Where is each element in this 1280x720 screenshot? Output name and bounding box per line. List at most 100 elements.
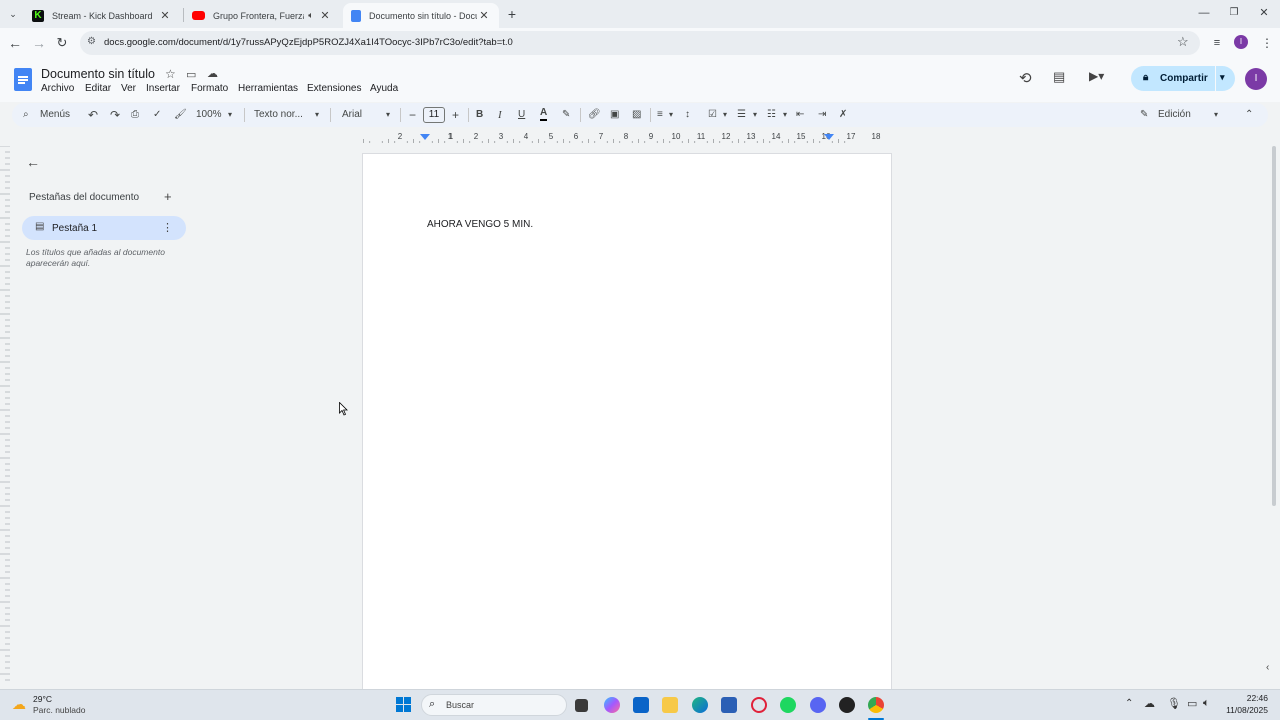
close-tab-icon[interactable]: ✕ — [318, 9, 332, 22]
search-menus-icon[interactable]: ⌕ — [23, 107, 29, 123]
close-window-icon[interactable]: ✕ — [1255, 4, 1273, 22]
menu-insertar[interactable]: Insertar — [146, 83, 180, 94]
restore-window-icon[interactable]: ❐ — [1225, 4, 1243, 22]
print-icon[interactable]: ⎙ — [131, 107, 139, 123]
font-size-input[interactable]: 11 — [423, 107, 445, 123]
sidebar-item-pestana-1[interactable]: ▤ Pestaña 1 ⋮ — [22, 216, 186, 240]
vertical-ruler[interactable] — [0, 146, 10, 686]
clock-date[interactable]: 11/08/2025 — [1218, 705, 1268, 715]
edit-mode-dropdown-icon[interactable]: ▾ — [1214, 107, 1218, 123]
weather-description[interactable]: Parc. nublado — [33, 705, 85, 715]
obs-icon[interactable] — [839, 697, 855, 713]
menu-editar[interactable]: Editar — [85, 83, 111, 94]
font-select[interactable]: Arial — [342, 107, 362, 123]
copilot-icon[interactable] — [604, 697, 620, 713]
numbered-list-dropdown-icon[interactable]: ▾ — [783, 107, 787, 123]
onedrive-cloud-icon[interactable]: ☁︎ — [1144, 697, 1155, 710]
bulleted-list-dropdown-icon[interactable]: ▾ — [753, 107, 757, 123]
insert-image-icon[interactable]: ▨ — [632, 107, 641, 123]
menu-herramientas[interactable]: Herramientas — [238, 83, 298, 94]
share-button[interactable]: 🔒︎ Compartir ▾ — [1131, 66, 1235, 91]
tab-search-chevron-icon[interactable]: ⌄ — [4, 5, 22, 23]
bold-icon[interactable]: B — [476, 107, 483, 123]
weather-temperature[interactable]: 29°C — [33, 694, 52, 704]
chrome-menu-icon[interactable]: ⋮ — [1258, 34, 1276, 52]
close-sidebar-back-icon[interactable]: ← — [26, 154, 40, 170]
weather-icon[interactable]: ☁︎ — [12, 696, 26, 713]
site-info-icon[interactable]: ⚙︎ — [87, 36, 96, 47]
undo-icon[interactable]: ↶ — [88, 107, 98, 123]
account-avatar[interactable]: I — [1245, 68, 1267, 90]
side-panel-chevron-icon[interactable]: ‹ — [1266, 662, 1269, 673]
edge-icon[interactable] — [692, 697, 708, 713]
increase-font-size-icon[interactable]: + — [452, 107, 459, 123]
document-body-text[interactable]: AHORA VENGO 5 MIN. — [427, 219, 533, 230]
menu-formato[interactable]: Formato — [191, 83, 228, 94]
menu-archivo[interactable]: Archivo — [41, 83, 74, 94]
file-explorer-icon[interactable] — [662, 697, 678, 713]
microphone-icon[interactable]: 🎙︎ — [1167, 697, 1181, 710]
taskbar-search[interactable]: ⌕ Buscar — [421, 694, 567, 716]
line-spacing-icon[interactable]: ↕ — [685, 107, 690, 123]
version-history-icon[interactable]: ⟲ — [1019, 69, 1032, 87]
numbered-list-icon[interactable]: ☷ — [767, 107, 776, 123]
comments-icon[interactable]: ▤ — [1053, 69, 1065, 85]
spellcheck-icon[interactable]: ✓ — [153, 107, 161, 123]
tab-options-icon[interactable]: ⋮ — [162, 221, 173, 234]
show-hidden-icons-chevron-icon[interactable]: ⌃ — [1125, 698, 1133, 709]
docs-logo-icon[interactable] — [14, 68, 32, 91]
speaker-icon[interactable]: 🔈︎ — [304, 10, 318, 21]
store-icon[interactable] — [721, 697, 737, 713]
add-comment-icon[interactable]: ▣ — [610, 107, 619, 123]
zoom-dropdown-icon[interactable]: ▾ — [228, 107, 232, 123]
increase-indent-icon[interactable]: ⇥ — [818, 107, 826, 123]
profile-avatar-icon[interactable]: I — [1234, 35, 1248, 49]
text-color-icon[interactable]: A — [540, 107, 548, 121]
checklist-icon[interactable]: ☑ — [708, 107, 717, 123]
document-title[interactable]: Documento sin título — [41, 67, 155, 81]
font-dropdown-icon[interactable]: ▾ — [386, 107, 390, 123]
cloud-saved-icon[interactable]: ☁︎ — [207, 67, 218, 80]
menu-ver[interactable]: Ver — [121, 83, 136, 94]
chrome-icon[interactable] — [868, 697, 884, 713]
search-menus-label[interactable]: Menús — [40, 107, 70, 123]
move-folder-icon[interactable]: ▭ — [186, 68, 196, 81]
bulleted-list-icon[interactable]: ☰ — [737, 107, 746, 123]
decrease-indent-icon[interactable]: ⇤ — [796, 107, 804, 123]
windows-start-icon[interactable] — [396, 697, 412, 713]
checklist-dropdown-icon[interactable]: ▾ — [723, 107, 727, 123]
back-icon[interactable]: ← — [6, 34, 24, 52]
align-dropdown-icon[interactable]: ▾ — [669, 107, 673, 123]
spotify-icon[interactable] — [780, 697, 796, 713]
insert-link-icon[interactable]: 🔗︎ — [588, 107, 601, 123]
share-dropdown-icon[interactable]: ▾ — [1220, 72, 1225, 83]
right-indent-marker-icon[interactable] — [824, 134, 834, 140]
menu-ayuda[interactable]: Ayuda — [370, 83, 398, 94]
discord-icon[interactable] — [810, 697, 826, 713]
hide-menus-chevron-up-icon[interactable]: ⌃ — [1245, 107, 1253, 123]
task-view-icon[interactable] — [575, 699, 588, 712]
minimize-window-icon[interactable]: — — [1195, 4, 1213, 22]
clear-formatting-icon[interactable]: ✗ — [839, 107, 847, 123]
browser-tab-docs[interactable]: Documento sin título - Docume ✕ — [343, 3, 499, 28]
align-left-icon[interactable]: ≡ — [657, 107, 663, 123]
volume-icon[interactable]: 🔈︎ — [1203, 697, 1210, 710]
bookmark-star-icon[interactable]: ☆ — [1177, 34, 1189, 50]
address-bar[interactable]: ⚙︎ docs.google.com/document/d/1y7russAPy… — [80, 31, 1200, 55]
close-tab-icon[interactable]: ✕ — [158, 9, 172, 22]
star-icon[interactable]: ☆ — [165, 67, 176, 81]
menu-extensiones[interactable]: Extensiones — [307, 83, 361, 94]
outlook-icon[interactable] — [633, 697, 649, 713]
reload-icon[interactable]: ↻ — [53, 34, 71, 52]
browser-tab-kick[interactable]: K Stream - Kick Dashboard ✕ — [24, 3, 180, 28]
edit-mode-pencil-icon[interactable]: ✎ — [1140, 107, 1148, 123]
zoom-select[interactable]: 100% — [196, 107, 222, 123]
paint-format-icon[interactable]: 🖌︎ — [174, 107, 187, 123]
add-tab-plus-icon[interactable]: + — [164, 189, 172, 204]
edit-mode-select[interactable]: Edición — [1158, 107, 1191, 123]
clock-time[interactable]: 22:46 — [1228, 693, 1268, 703]
meet-video-icon[interactable]: ▶︎▾ — [1089, 69, 1104, 83]
opera-icon[interactable] — [751, 697, 767, 713]
close-tab-icon[interactable]: ✕ — [477, 9, 491, 22]
underline-icon[interactable]: U — [518, 107, 525, 123]
